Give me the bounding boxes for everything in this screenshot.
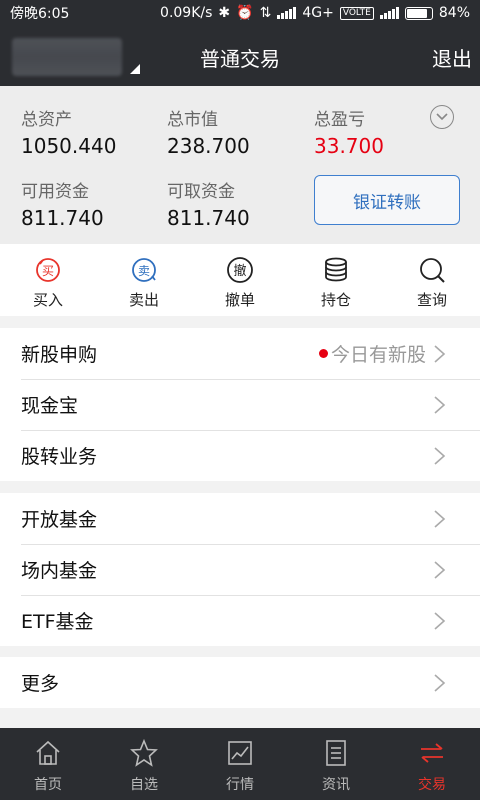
alarm-icon: ⏰ bbox=[236, 5, 254, 21]
available-funds: 可用资金 811.740 bbox=[21, 177, 104, 230]
action-holdings[interactable]: 持仓 bbox=[288, 244, 384, 316]
data-transfer-icon: ⇅ bbox=[259, 5, 272, 21]
network-type: 4G+ bbox=[302, 5, 334, 21]
menu-item-cash-label: 现金宝 bbox=[21, 395, 79, 417]
status-bar: 傍晚6:05 0.09K/s ✱ ⏰ ⇅ 4G+ VOLTE 84% bbox=[0, 0, 480, 26]
chevron-right-icon bbox=[434, 345, 446, 363]
menu-item-transfer-business[interactable]: 股转业务 bbox=[0, 430, 480, 481]
ipo-hint-text: 今日有新股 bbox=[330, 344, 426, 366]
menu-item-open-fund-label: 开放基金 bbox=[21, 509, 98, 531]
action-sell-label: 卖出 bbox=[128, 291, 159, 309]
star-icon bbox=[129, 738, 159, 768]
status-indicators: 0.09K/s ✱ ⏰ ⇅ 4G+ VOLTE 84% bbox=[160, 5, 470, 21]
chevron-right-icon bbox=[434, 447, 446, 465]
action-buy-label: 买入 bbox=[32, 291, 63, 309]
market-value-value: 238.700 bbox=[167, 134, 250, 158]
home-icon bbox=[33, 738, 63, 768]
menu-item-ipo-label: 新股申购 bbox=[21, 344, 98, 366]
action-holdings-label: 持仓 bbox=[320, 291, 351, 309]
new-dot-icon bbox=[318, 349, 328, 358]
tab-home-label: 首页 bbox=[34, 777, 62, 793]
withdrawable-funds-label: 可取资金 bbox=[167, 182, 235, 202]
tab-trade-label: 交易 bbox=[418, 777, 446, 793]
total-assets-value: 1050.440 bbox=[21, 134, 117, 158]
menu-item-cash[interactable]: 现金宝 bbox=[0, 379, 480, 430]
menu-item-transfer-business-label: 股转业务 bbox=[21, 446, 98, 468]
withdrawable-funds: 可取资金 811.740 bbox=[167, 177, 250, 230]
battery-percent: 84% bbox=[438, 5, 470, 21]
tab-news[interactable]: 资讯 bbox=[288, 728, 384, 800]
action-cancel-order[interactable]: 撤 撤单 bbox=[192, 244, 288, 316]
tab-home[interactable]: 首页 bbox=[0, 728, 96, 800]
quick-actions: 买 买入 卖 卖出 撤 撤单 持仓 查询 bbox=[0, 244, 480, 316]
signal-icon-2 bbox=[379, 7, 399, 19]
total-assets: 总资产 1050.440 bbox=[21, 105, 116, 158]
trade-icon bbox=[417, 738, 447, 768]
chevron-right-icon bbox=[434, 674, 446, 692]
tab-market-label: 行情 bbox=[226, 777, 254, 793]
market-value-label: 总市值 bbox=[167, 110, 218, 130]
total-profit: 总盈亏 33.700 bbox=[314, 105, 384, 158]
svg-text:买: 买 bbox=[42, 264, 54, 278]
action-query[interactable]: 查询 bbox=[384, 244, 480, 316]
chevron-down-icon bbox=[436, 113, 448, 121]
total-assets-label: 总资产 bbox=[21, 110, 72, 130]
chevron-right-icon bbox=[434, 396, 446, 414]
bottom-tab-bar: 首页 自选 行情 资讯 交易 bbox=[0, 728, 480, 800]
buy-icon: 买 bbox=[34, 256, 62, 284]
bank-transfer-button[interactable]: 银证转账 bbox=[314, 175, 460, 225]
menu-item-etf-fund-label: ETF基金 bbox=[21, 611, 94, 633]
search-icon bbox=[418, 256, 446, 284]
expand-toggle-button[interactable] bbox=[430, 105, 454, 129]
tab-watchlist-label: 自选 bbox=[130, 777, 158, 793]
action-buy[interactable]: 买 买入 bbox=[0, 244, 96, 316]
withdrawable-funds-value: 811.740 bbox=[167, 206, 250, 230]
news-icon bbox=[321, 738, 351, 768]
exit-button[interactable]: 退出 bbox=[432, 43, 472, 72]
menu-group-more: 更多 bbox=[0, 657, 480, 708]
app-header: 普通交易 退出 bbox=[0, 26, 480, 86]
tab-trade[interactable]: 交易 bbox=[384, 728, 480, 800]
available-funds-label: 可用资金 bbox=[21, 182, 89, 202]
market-value: 总市值 238.700 bbox=[167, 105, 250, 158]
tab-watchlist[interactable]: 自选 bbox=[96, 728, 192, 800]
holdings-icon bbox=[322, 256, 350, 284]
battery-icon bbox=[404, 6, 433, 20]
menu-item-ipo[interactable]: 新股申购 今日有新股 bbox=[0, 328, 480, 379]
chevron-right-icon bbox=[434, 612, 446, 630]
menu-item-onsite-fund-label: 场内基金 bbox=[21, 560, 98, 582]
svg-text:撤: 撤 bbox=[233, 263, 246, 279]
chevron-right-icon bbox=[434, 510, 446, 528]
chevron-right-icon bbox=[434, 561, 446, 579]
sell-icon: 卖 bbox=[130, 256, 158, 284]
bluetooth-icon: ✱ bbox=[218, 5, 231, 21]
menu-group-stocks: 新股申购 今日有新股 现金宝 股转业务 bbox=[0, 328, 480, 481]
menu-item-more-label: 更多 bbox=[21, 673, 60, 695]
available-funds-value: 811.740 bbox=[21, 206, 104, 230]
tab-market[interactable]: 行情 bbox=[192, 728, 288, 800]
total-profit-value: 33.700 bbox=[314, 134, 384, 158]
total-profit-label: 总盈亏 bbox=[314, 110, 365, 130]
ipo-hint: 今日有新股 bbox=[318, 340, 426, 367]
cancel-order-icon: 撤 bbox=[226, 256, 254, 284]
menu-item-open-fund[interactable]: 开放基金 bbox=[0, 493, 480, 544]
page-title: 普通交易 bbox=[200, 47, 280, 71]
menu-item-etf-fund[interactable]: ETF基金 bbox=[0, 595, 480, 646]
menu-item-onsite-fund[interactable]: 场内基金 bbox=[0, 544, 480, 595]
status-time: 傍晚6:05 bbox=[10, 6, 70, 22]
menu-group-funds: 开放基金 场内基金 ETF基金 bbox=[0, 493, 480, 646]
action-sell[interactable]: 卖 卖出 bbox=[96, 244, 192, 316]
signal-icon bbox=[277, 7, 297, 19]
action-cancel-order-label: 撤单 bbox=[224, 291, 255, 309]
svg-text:卖: 卖 bbox=[138, 264, 150, 278]
volte-badge: VOLTE bbox=[339, 6, 374, 20]
menu-item-more[interactable]: 更多 bbox=[0, 657, 480, 708]
chart-icon bbox=[225, 738, 255, 768]
tab-news-label: 资讯 bbox=[322, 777, 350, 793]
action-query-label: 查询 bbox=[416, 291, 447, 309]
asset-summary: 总资产 1050.440 总市值 238.700 总盈亏 33.700 可用资金… bbox=[0, 86, 480, 244]
network-speed: 0.09K/s bbox=[160, 5, 213, 21]
